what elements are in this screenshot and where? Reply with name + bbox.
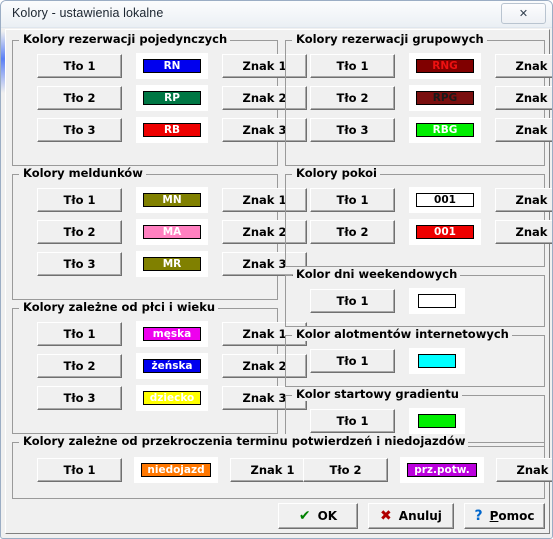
color-sample-gradient_start-1-swatch xyxy=(418,414,456,428)
color-sample-gender_age-2-swatch: żeńska xyxy=(143,359,201,373)
bg-color-button-gender_age-1[interactable]: Tło 1 xyxy=(37,322,122,346)
color-sample-single_reservations-3-preview: RB xyxy=(136,117,208,143)
color-sample-overdue-2-preview: prz.potw. xyxy=(400,457,484,483)
color-sample-group_reservations-1-swatch: RNG xyxy=(416,59,474,73)
color-sample-gender_age-3-swatch: dziecko xyxy=(143,391,201,405)
bg-color-button-rooms-1[interactable]: Tło 1 xyxy=(310,188,395,212)
color-sample-rooms-2-preview: 001 xyxy=(409,219,481,245)
group-title-internet_allotments: Kolor alotmentów internetowych xyxy=(293,327,512,341)
color-sample-overdue-1-preview: niedojazd xyxy=(134,457,218,483)
color-sample-gender_age-1-preview: męska xyxy=(136,321,208,347)
title-bar: Kolory - ustawienia lokalne ✕ xyxy=(1,1,552,28)
color-sample-check_ins-1-swatch: MN xyxy=(143,193,201,207)
bg-color-button-single_reservations-2[interactable]: Tło 2 xyxy=(37,86,122,110)
help-icon: ? xyxy=(474,508,483,524)
bg-color-button-check_ins-3[interactable]: Tło 3 xyxy=(37,252,122,276)
bg-color-button-group_reservations-3[interactable]: Tło 3 xyxy=(310,118,395,142)
color-sample-single_reservations-1-swatch: RN xyxy=(143,59,201,73)
group-group_reservations: Kolory rezerwacji grupowych Tło 1 RNG Znak … xyxy=(285,32,552,166)
bg-color-button-rooms-2[interactable]: Tło 2 xyxy=(310,220,395,244)
color-sample-group_reservations-2-swatch: RPG xyxy=(416,91,474,105)
color-sample-check_ins-2-preview: MA xyxy=(136,219,208,245)
color-sample-group_reservations-1-preview: RNG xyxy=(409,53,481,79)
color-sample-group_reservations-3-swatch: RBG xyxy=(416,123,474,137)
color-sample-single_reservations-2-swatch: RP xyxy=(143,91,201,105)
fg-color-button-overdue-2[interactable]: Znak 2 xyxy=(496,458,552,482)
color-sample-gender_age-2-preview: żeńska xyxy=(136,353,208,379)
group-weekend_days: Kolor dni weekendowych Tło 1 xyxy=(285,267,545,327)
bg-color-button-overdue-2[interactable]: Tło 2 xyxy=(303,458,388,482)
bg-color-button-internet_allotments-1[interactable]: Tło 1 xyxy=(310,349,395,373)
help-button[interactable]: ? Pomoc xyxy=(464,503,545,529)
color-sample-check_ins-1-preview: MN xyxy=(136,187,208,213)
ok-icon: ✔ xyxy=(298,508,311,524)
color-sample-rooms-1-preview: 001 xyxy=(409,187,481,213)
group-single_reservations: Kolory rezerwacji pojedynczych Tło 1 RN Zna… xyxy=(12,32,307,166)
window-title: Kolory - ustawienia lokalne xyxy=(12,6,164,20)
color-sample-rooms-2-swatch: 001 xyxy=(416,225,474,239)
bg-color-button-single_reservations-3[interactable]: Tło 3 xyxy=(37,118,122,142)
dialog-window: Kolory - ustawienia lokalne ✕ Kolory rez… xyxy=(0,0,553,539)
group-title-overdue: Kolory zależne od przekroczenia terminu … xyxy=(20,434,469,448)
group-check_ins: Kolory meldunków Tło 1 MN Znak 1 Tło 2 MA Znak… xyxy=(12,166,307,300)
group-overdue: Kolory zależne od przekroczenia terminu … xyxy=(12,434,552,499)
bg-color-button-single_reservations-1[interactable]: Tło 1 xyxy=(37,54,122,78)
color-sample-gradient_start-1-preview xyxy=(409,408,465,434)
color-sample-weekend_days-1-swatch xyxy=(418,294,456,308)
bg-color-button-gender_age-2[interactable]: Tło 2 xyxy=(37,354,122,378)
bg-color-button-check_ins-2[interactable]: Tło 2 xyxy=(37,220,122,244)
color-sample-gender_age-3-preview: dziecko xyxy=(136,385,208,411)
group-gender_age: Kolory zależne od płci i wieku Tło 1 męska… xyxy=(12,300,307,434)
group-rooms: Kolory pokoi Tło 1 001 Znak 1 Tło 2 001 Znak 2 xyxy=(285,166,552,267)
ok-button[interactable]: ✔ OK xyxy=(278,503,358,529)
group-internet_allotments: Kolor alotmentów internetowych Tło 1 xyxy=(285,327,545,387)
cancel-button-label: Anuluj xyxy=(398,509,442,523)
bg-color-button-overdue-1[interactable]: Tło 1 xyxy=(37,458,122,482)
bg-color-button-gradient_start-1[interactable]: Tło 1 xyxy=(310,409,395,433)
color-sample-single_reservations-2-preview: RP xyxy=(136,85,208,111)
color-sample-overdue-1-swatch: niedojazd xyxy=(141,463,211,477)
bg-color-button-group_reservations-1[interactable]: Tło 1 xyxy=(310,54,395,78)
fg-color-button-rooms-2[interactable]: Znak 2 xyxy=(495,220,552,244)
ok-button-label: OK xyxy=(317,509,338,523)
dialog-client-area: Kolory rezerwacji pojedynczych Tło 1 RN Zna… xyxy=(5,29,552,534)
group-title-weekend_days: Kolor dni weekendowych xyxy=(293,267,461,281)
color-sample-check_ins-3-swatch: MR xyxy=(143,257,201,271)
color-sample-single_reservations-3-swatch: RB xyxy=(143,123,201,137)
color-sample-rooms-1-swatch: 001 xyxy=(416,193,474,207)
color-sample-single_reservations-1-preview: RN xyxy=(136,53,208,79)
group-title-group_reservations: Kolory rezerwacji grupowych xyxy=(293,32,487,46)
color-sample-internet_allotments-1-preview xyxy=(409,348,465,374)
group-title-check_ins: Kolory meldunków xyxy=(20,166,146,180)
color-sample-group_reservations-3-preview: RBG xyxy=(409,117,481,143)
bg-color-button-check_ins-1[interactable]: Tło 1 xyxy=(37,188,122,212)
bg-color-button-group_reservations-2[interactable]: Tło 2 xyxy=(310,86,395,110)
color-sample-weekend_days-1-preview xyxy=(409,288,465,314)
fg-color-button-rooms-1[interactable]: Znak 1 xyxy=(495,188,552,212)
fg-color-button-group_reservations-3[interactable]: Znak 3 xyxy=(495,118,552,142)
help-button-label: Pomoc xyxy=(489,509,535,523)
color-sample-group_reservations-2-preview: RPG xyxy=(409,85,481,111)
group-title-gender_age: Kolory zależne od płci i wieku xyxy=(20,300,219,314)
fg-color-button-group_reservations-1[interactable]: Znak 1 xyxy=(495,54,552,78)
color-sample-check_ins-3-preview: MR xyxy=(136,251,208,277)
color-sample-check_ins-2-swatch: MA xyxy=(143,225,201,239)
fg-color-button-group_reservations-2[interactable]: Znak 2 xyxy=(495,86,552,110)
close-icon[interactable]: ✕ xyxy=(501,3,546,24)
cancel-button[interactable]: ✖ Anuluj xyxy=(368,503,454,529)
color-sample-internet_allotments-1-swatch xyxy=(418,354,456,368)
group-title-single_reservations: Kolory rezerwacji pojedynczych xyxy=(20,32,231,46)
bg-color-button-gender_age-3[interactable]: Tło 3 xyxy=(37,386,122,410)
group-title-gradient_start: Kolor startowy gradientu xyxy=(293,387,462,401)
color-sample-overdue-2-swatch: prz.potw. xyxy=(407,463,477,477)
group-title-rooms: Kolory pokoi xyxy=(293,166,380,180)
bg-color-button-weekend_days-1[interactable]: Tło 1 xyxy=(310,289,395,313)
cancel-icon: ✖ xyxy=(380,508,392,524)
color-sample-gender_age-1-swatch: męska xyxy=(143,327,201,341)
